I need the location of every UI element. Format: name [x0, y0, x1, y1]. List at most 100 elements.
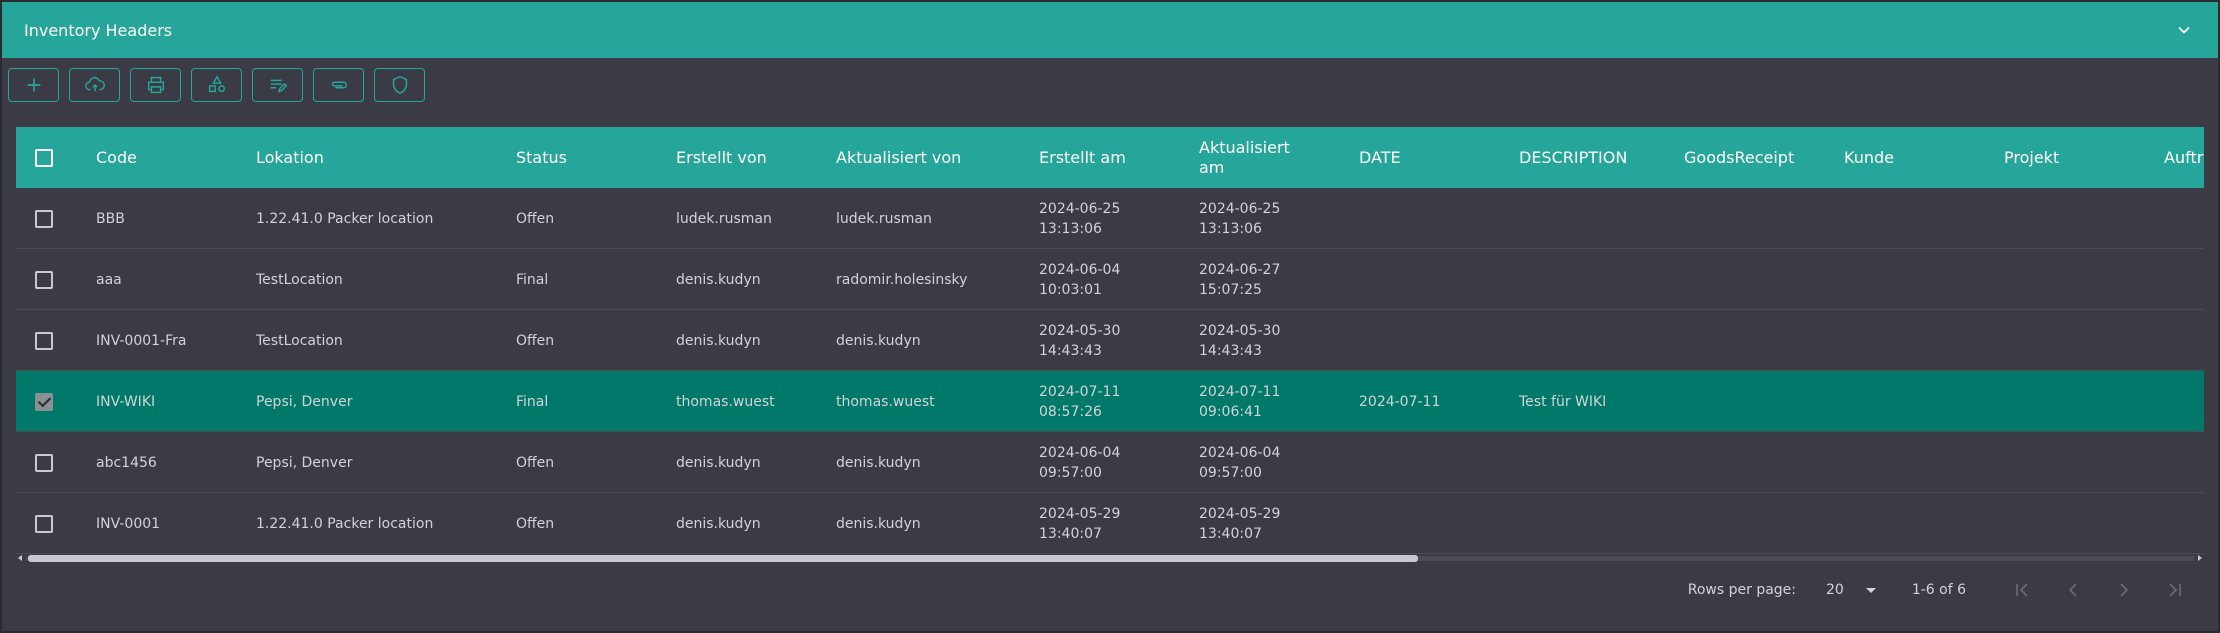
edit-list-button[interactable] — [252, 68, 303, 102]
inventory-table: Code Lokation Status Erstellt von Aktual… — [16, 127, 2204, 563]
cell-aktualisiert-am: 2024-06-27 15:07:25 — [1199, 261, 1281, 298]
cell-status: Final — [516, 271, 549, 288]
column-header-lokation[interactable]: Lokation — [256, 127, 324, 188]
caret-down-icon — [1865, 587, 1876, 593]
print-button[interactable] — [130, 68, 181, 102]
select-all-checkbox-cell[interactable] — [35, 127, 53, 188]
cell-erstellt-von: denis.kudyn — [676, 515, 761, 532]
table-row[interactable]: aaa TestLocation Final denis.kudyn radomir.h… — [16, 249, 2204, 310]
table-header-row: Code Lokation Status Erstellt von Aktual… — [16, 127, 2204, 188]
cell-aktualisiert-am: 2024-06-25 13:13:06 — [1199, 200, 1281, 237]
last-page-icon — [2168, 583, 2181, 597]
column-header-goodsreceipt[interactable]: GoodsReceipt — [1684, 127, 1794, 188]
shapes-button[interactable] — [191, 68, 242, 102]
attach-button[interactable] — [313, 68, 364, 102]
cell-erstellt-von: ludek.rusman — [676, 210, 772, 227]
row-checkbox-cell[interactable] — [35, 493, 53, 554]
cell-code: abc1456 — [96, 454, 157, 471]
column-header-aktualisiert-am[interactable]: Aktualisiert am — [1199, 127, 1309, 188]
column-header-erstellt-am[interactable]: Erstellt am — [1039, 127, 1126, 188]
row-checkbox[interactable] — [35, 514, 53, 533]
cell-aktualisiert-am: 2024-05-29 13:40:07 — [1199, 505, 1281, 542]
cell-aktualisiert-von: denis.kudyn — [836, 332, 921, 349]
row-checkbox-cell[interactable] — [35, 188, 53, 249]
row-checkbox-cell[interactable] — [35, 432, 53, 493]
next-page-button[interactable] — [2098, 572, 2149, 608]
row-checkbox[interactable] — [35, 209, 53, 228]
column-header-kunde[interactable]: Kunde — [1844, 127, 1894, 188]
chevron-right-icon — [2119, 583, 2128, 597]
cell-erstellt-am: 2024-06-25 13:13:06 — [1039, 200, 1121, 237]
toolbar — [8, 68, 425, 104]
cell-erstellt-am: 2024-07-11 08:57:26 — [1039, 383, 1121, 420]
upload-button[interactable] — [69, 68, 120, 102]
chevron-left-icon — [2068, 583, 2077, 597]
column-header-erstellt-von[interactable]: Erstellt von — [676, 127, 767, 188]
cloud-upload-icon — [84, 76, 105, 92]
rows-per-page-select[interactable]: 20 — [1826, 582, 1876, 598]
cell-erstellt-am: 2024-06-04 10:03:01 — [1039, 261, 1121, 298]
row-checkbox-cell[interactable] — [35, 371, 53, 432]
shield-button[interactable] — [374, 68, 425, 102]
cell-code: BBB — [96, 210, 125, 227]
cell-code: INV-0001-Fra — [96, 332, 187, 349]
cell-lokation: TestLocation — [256, 271, 343, 288]
column-header-description[interactable]: DESCRIPTION — [1519, 127, 1627, 188]
cell-lokation: 1.22.41.0 Packer location — [256, 210, 434, 227]
first-page-button[interactable] — [1996, 572, 2047, 608]
chevron-down-icon[interactable] — [2172, 18, 2196, 42]
row-checkbox[interactable] — [35, 392, 53, 411]
panel-header[interactable]: Inventory Headers — [2, 2, 2218, 58]
cell-erstellt-von: denis.kudyn — [676, 332, 761, 349]
table-row[interactable]: abc1456 Pepsi, Denver Offen denis.kudyn deni… — [16, 432, 2204, 493]
cell-lokation: Pepsi, Denver — [256, 393, 353, 410]
cell-aktualisiert-am: 2024-05-30 14:43:43 — [1199, 322, 1281, 359]
cell-status: Offen — [516, 515, 555, 532]
last-page-button[interactable] — [2149, 572, 2200, 608]
first-page-icon — [2015, 583, 2028, 597]
cell-status: Offen — [516, 210, 555, 227]
cell-status: Offen — [516, 332, 555, 349]
column-header-auftr[interactable]: Auftr — [2164, 127, 2203, 188]
edit-list-icon — [270, 79, 287, 93]
cell-erstellt-von: denis.kudyn — [676, 271, 761, 288]
cell-status: Offen — [516, 454, 555, 471]
cell-code: INV-WIKI — [96, 393, 156, 410]
table-row[interactable]: INV-WIKI Pepsi, Denver Final thomas.wuest th… — [16, 371, 2204, 432]
cell-aktualisiert-am: 2024-06-04 09:57:00 — [1199, 444, 1281, 481]
horizontal-scrollbar[interactable] — [16, 553, 2204, 563]
column-header-aktualisiert-von[interactable]: Aktualisiert von — [836, 127, 961, 188]
table-row[interactable]: BBB 1.22.41.0 Packer location Offen ludek.r… — [16, 188, 2204, 249]
column-header-date[interactable]: DATE — [1359, 127, 1401, 188]
paperclip-icon — [331, 81, 347, 89]
cell-erstellt-von: denis.kudyn — [676, 454, 761, 471]
page-range: 1-6 of 6 — [1911, 582, 1966, 598]
add-button[interactable] — [8, 68, 59, 102]
column-header-status[interactable]: Status — [516, 127, 567, 188]
cell-aktualisiert-von: thomas.wuest — [836, 393, 935, 410]
cell-lokation: 1.22.41.0 Packer location — [256, 515, 434, 532]
select-all-checkbox[interactable] — [35, 148, 53, 167]
scroll-right-icon[interactable] — [2198, 555, 2202, 561]
row-checkbox[interactable] — [35, 331, 53, 350]
shield-icon — [392, 75, 407, 95]
scroll-thumb[interactable] — [28, 555, 1418, 562]
cell-lokation: TestLocation — [256, 332, 343, 349]
cell-erstellt-am: 2024-06-04 09:57:00 — [1039, 444, 1121, 481]
scroll-left-icon[interactable] — [18, 555, 22, 561]
row-checkbox-cell[interactable] — [35, 310, 53, 371]
table-row[interactable]: INV-0001-Fra TestLocation Offen denis.kudyn… — [16, 310, 2204, 371]
cell-aktualisiert-von: radomir.holesinsky — [836, 271, 968, 288]
previous-page-button[interactable] — [2047, 572, 2098, 608]
cell-code: aaa — [96, 271, 122, 288]
row-checkbox[interactable] — [35, 453, 53, 472]
cell-date: 2024-07-11 — [1359, 393, 1441, 410]
row-checkbox[interactable] — [35, 270, 53, 289]
cell-aktualisiert-von: denis.kudyn — [836, 515, 921, 532]
column-header-projekt[interactable]: Projekt — [2004, 127, 2059, 188]
cell-status: Final — [516, 393, 549, 410]
column-header-code[interactable]: Code — [96, 127, 137, 188]
row-checkbox-cell[interactable] — [35, 249, 53, 310]
table-row[interactable]: INV-0001 1.22.41.0 Packer location Offen de… — [16, 493, 2204, 554]
rows-per-page-value: 20 — [1826, 582, 1844, 598]
